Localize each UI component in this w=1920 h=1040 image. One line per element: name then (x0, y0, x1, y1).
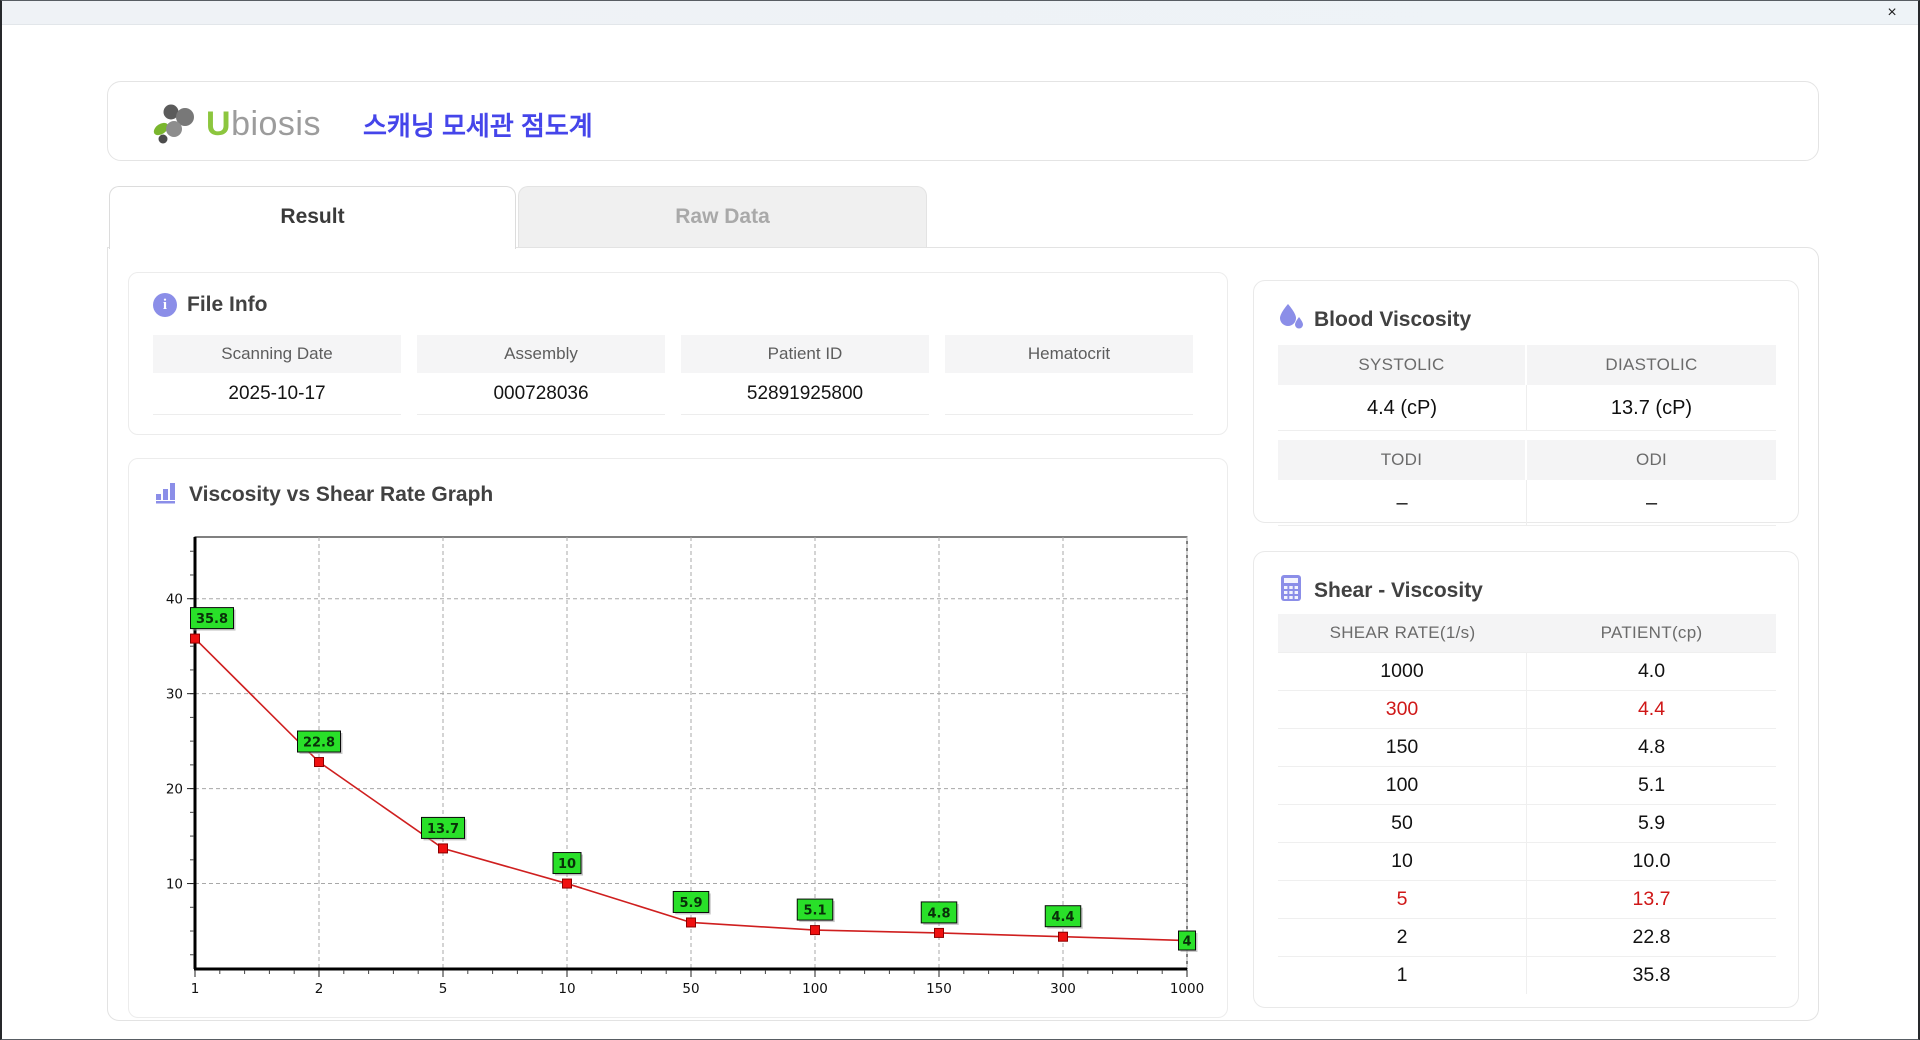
svg-text:4.8: 4.8 (927, 906, 950, 921)
file-info-field: Patient ID 52891925800 (681, 335, 929, 415)
field-label: Assembly (417, 335, 665, 373)
patient-viscosity-cell: 35.8 (1632, 964, 1671, 986)
blood-viscosity-table: SYSTOLIC DIASTOLIC 4.4 (cP) 13.7 (cP) TODI OD… (1278, 345, 1776, 526)
blood-viscosity-title: Blood Viscosity (1278, 303, 1471, 337)
svg-text:5: 5 (439, 981, 448, 997)
field-value: 2025-10-17 (153, 373, 401, 415)
file-info-fields: Scanning Date 2025-10-17 Assembly 000728036… (153, 335, 1193, 415)
shear-rate-cell: 1000 (1278, 653, 1527, 690)
field-label: Patient ID (681, 335, 929, 373)
svg-text:50: 50 (682, 981, 699, 997)
shear-table-row: 100 5.1 (1278, 766, 1776, 804)
svg-text:5.1: 5.1 (803, 904, 826, 919)
svg-text:10: 10 (166, 877, 183, 893)
bar-chart-icon (153, 479, 179, 511)
svg-text:10: 10 (558, 857, 576, 872)
tab-raw-data[interactable]: Raw Data (518, 186, 927, 249)
field-value (945, 373, 1193, 415)
patient-viscosity-cell: 13.7 (1632, 888, 1671, 910)
svg-text:2: 2 (315, 981, 324, 997)
blood-viscosity-card: Blood Viscosity SYSTOLIC DIASTOLIC 4.4 (cP… (1253, 280, 1799, 526)
shear-rate-cell: 2 (1278, 919, 1527, 956)
shear-table-row: 1000 4.0 (1278, 652, 1776, 690)
viscosity-chart: 10 20 30 40 1 2 5 10 50 100 150 300 1000 35.8 22.8 13.7… (157, 519, 1207, 1014)
patient-viscosity-cell: 5.9 (1637, 812, 1666, 834)
info-icon: i (153, 293, 177, 317)
tab-result[interactable]: Result (109, 186, 516, 249)
shear-viscosity-card: Shear - Viscosity SHEAR RATE(1/s) PATIEN… (1253, 551, 1799, 1008)
svg-text:10: 10 (558, 981, 575, 997)
bv-value-cell: 4.4 (cP) (1278, 385, 1527, 431)
shear-table-row: 50 5.9 (1278, 804, 1776, 842)
shear-table-row: 300 4.4 (1278, 690, 1776, 728)
field-value: 52891925800 (681, 373, 929, 415)
bv-value-cell: – (1527, 480, 1776, 526)
file-info-title: i File Info (153, 293, 268, 317)
field-value: 000728036 (417, 373, 665, 415)
svg-text:20: 20 (166, 782, 183, 798)
shear-rate-cell: 50 (1278, 805, 1527, 842)
shear-table-row: 5 13.7 (1278, 880, 1776, 918)
svg-text:1: 1 (191, 981, 200, 997)
file-info-field: Hematocrit (945, 335, 1193, 415)
svg-text:22.8: 22.8 (303, 736, 335, 751)
shear-rate-cell: 150 (1278, 729, 1527, 766)
svg-text:13.7: 13.7 (427, 822, 459, 837)
shear-table-row: 1 35.8 (1278, 956, 1776, 994)
patient-viscosity-cell: 22.8 (1632, 926, 1671, 948)
svg-text:100: 100 (802, 981, 828, 997)
shear-rate-cell: 100 (1278, 767, 1527, 804)
patient-viscosity-cell: 4.8 (1637, 736, 1666, 758)
field-label: Hematocrit (945, 335, 1193, 373)
patient-viscosity-cell: 4.4 (1637, 698, 1666, 720)
title-bar: × (2, 1, 1918, 25)
shear-viscosity-title: Shear - Viscosity (1278, 574, 1483, 608)
svg-text:1000: 1000 (1170, 981, 1204, 997)
bv-value-cell: – (1278, 480, 1527, 526)
leaf-cluster-icon (150, 99, 202, 150)
svg-text:4.4: 4.4 (1051, 910, 1074, 925)
shear-rate-cell: 1 (1278, 957, 1527, 994)
shear-table-row: 10 10.0 (1278, 842, 1776, 880)
svg-text:35.8: 35.8 (196, 612, 228, 627)
bv-header-cell: ODI (1527, 440, 1776, 480)
result-panel: i File Info Scanning Date 2025-10-17 Assem… (107, 247, 1819, 1021)
svg-text:4: 4 (1182, 935, 1191, 950)
svg-text:150: 150 (926, 981, 952, 997)
shear-table-row: 150 4.8 (1278, 728, 1776, 766)
patient-viscosity-cell: 5.1 (1637, 774, 1666, 796)
viscosity-graph-card: Viscosity vs Shear Rate Graph 10 20 30 40 1 2… (128, 458, 1228, 1018)
shear-rate-cell: 5 (1278, 881, 1527, 918)
bv-header-cell: SYSTOLIC (1278, 345, 1527, 385)
svg-text:5.9: 5.9 (679, 896, 702, 911)
app-subtitle-korean: 스캐닝 모세관 점도계 (363, 111, 593, 141)
brand-name: Ubiosis (206, 105, 321, 143)
svg-text:30: 30 (166, 687, 183, 703)
shear-viscosity-table: SHEAR RATE(1/s) PATIENT(cp) 1000 4.0 300 4.… (1278, 614, 1776, 994)
file-info-field: Scanning Date 2025-10-17 (153, 335, 401, 415)
patient-viscosity-cell: 10.0 (1632, 850, 1671, 872)
svg-text:300: 300 (1050, 981, 1076, 997)
graph-title: Viscosity vs Shear Rate Graph (153, 479, 493, 511)
svg-text:40: 40 (166, 592, 183, 608)
shear-rate-cell: 300 (1278, 691, 1527, 728)
patient-viscosity-cell: 4.0 (1637, 660, 1666, 682)
shear-table-header: SHEAR RATE(1/s) PATIENT(cp) (1278, 614, 1776, 652)
calculator-icon (1278, 574, 1304, 608)
shear-table-row: 2 22.8 (1278, 918, 1776, 956)
close-icon[interactable]: × (1882, 3, 1902, 23)
bv-header-cell: TODI (1278, 440, 1527, 480)
field-label: Scanning Date (153, 335, 401, 373)
file-info-field: Assembly 000728036 (417, 335, 665, 415)
brand-logo: Ubiosis (150, 99, 321, 150)
shear-rate-cell: 10 (1278, 843, 1527, 880)
bv-value-cell: 13.7 (cP) (1527, 385, 1776, 431)
file-info-card: i File Info Scanning Date 2025-10-17 Assem… (128, 272, 1228, 435)
app-window: × Ubiosis 스캐닝 모세관 점도계 Result Raw Data i … (0, 0, 1920, 1040)
droplets-icon (1278, 303, 1304, 337)
bv-header-cell: DIASTOLIC (1527, 345, 1776, 385)
header-card: Ubiosis 스캐닝 모세관 점도계 (107, 81, 1819, 161)
